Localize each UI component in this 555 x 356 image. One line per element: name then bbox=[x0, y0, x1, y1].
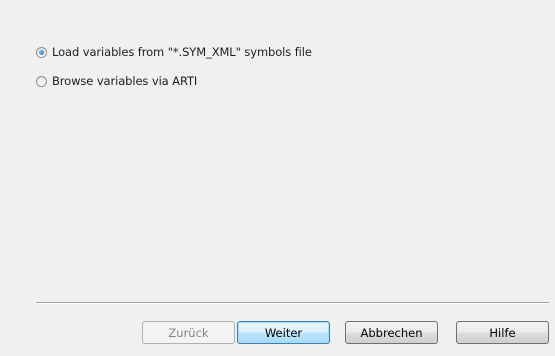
cancel-button[interactable]: Abbrechen bbox=[345, 321, 438, 344]
option-browse-arti[interactable]: Browse variables via ARTI bbox=[36, 73, 197, 89]
wizard-page: Load variables from "*.SYM_XML" symbols … bbox=[0, 0, 555, 356]
help-button[interactable]: Hilfe bbox=[456, 321, 549, 344]
footer-separator bbox=[36, 302, 549, 304]
option-load-sym-xml[interactable]: Load variables from "*.SYM_XML" symbols … bbox=[36, 44, 312, 60]
option-browse-arti-label[interactable]: Browse variables via ARTI bbox=[52, 74, 197, 88]
radio-browse-arti[interactable] bbox=[36, 75, 47, 87]
next-button[interactable]: Weiter bbox=[237, 321, 330, 344]
option-load-sym-xml-label[interactable]: Load variables from "*.SYM_XML" symbols … bbox=[52, 45, 312, 59]
back-button[interactable]: Zurück bbox=[142, 321, 235, 344]
radio-load-sym-xml[interactable] bbox=[36, 46, 47, 58]
